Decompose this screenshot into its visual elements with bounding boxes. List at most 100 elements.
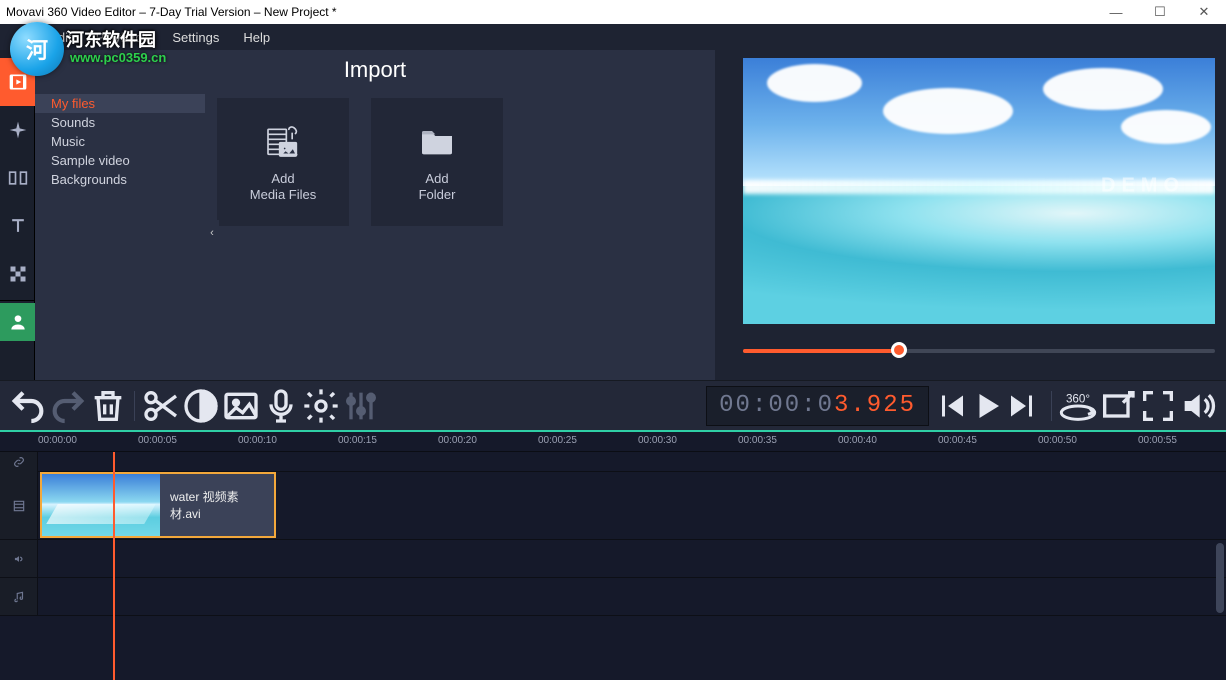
ruler-tick: 00:00:10 — [238, 435, 277, 446]
ruler-tick: 00:00:00 — [38, 435, 77, 446]
svg-text:360°: 360° — [1066, 392, 1090, 405]
playhead[interactable] — [113, 452, 115, 680]
sparkle-icon — [8, 120, 28, 140]
play-icon — [969, 388, 1005, 424]
panel-title: Import — [35, 50, 715, 90]
adjust-button[interactable] — [341, 386, 381, 426]
redo-button[interactable] — [48, 386, 88, 426]
film-icon — [12, 499, 26, 513]
video-track-body[interactable]: water 视频素材.avi — [38, 472, 1226, 539]
detach-preview-button[interactable] — [1098, 386, 1138, 426]
source-sounds[interactable]: Sounds — [35, 113, 205, 132]
split-button[interactable] — [141, 386, 181, 426]
rail-import-button[interactable] — [0, 58, 35, 106]
audio-track[interactable] — [0, 540, 1226, 578]
sliders-icon — [341, 386, 381, 426]
rail-callouts-button[interactable] — [0, 303, 35, 341]
preview-image: DEMO — [743, 58, 1215, 324]
rail-stickers-button[interactable] — [0, 250, 35, 298]
menu-settings[interactable]: Settings — [160, 24, 231, 50]
maximize-button[interactable]: ☐ — [1138, 0, 1182, 24]
ruler-tick: 00:00:25 — [538, 435, 577, 446]
source-backgrounds[interactable]: Backgrounds — [35, 170, 205, 189]
ruler-tick: 00:00:55 — [1138, 435, 1177, 446]
fullscreen-button[interactable] — [1138, 386, 1178, 426]
menu-bar: e Edit Playback Settings Help — [0, 24, 1226, 50]
window-controls: — ☐ ✕ — [1094, 0, 1226, 24]
source-my-files[interactable]: My files — [35, 94, 205, 113]
rail-filters-button[interactable] — [0, 106, 35, 154]
rail-titles-button[interactable] — [0, 202, 35, 250]
source-list: My files Sounds Music Sample video Backg… — [35, 90, 205, 380]
ruler-tick: 00:00:40 — [838, 435, 877, 446]
play-button[interactable] — [969, 386, 1005, 426]
timeline-tracks: water 视频素材.avi — [0, 452, 1226, 680]
timeline-ruler[interactable]: 00:00:00 00:00:05 00:00:10 00:00:15 00:00:20… — [0, 430, 1226, 452]
menu-edit[interactable]: Edit — [37, 24, 83, 50]
music-track[interactable] — [0, 578, 1226, 616]
menu-file[interactable]: e — [6, 24, 37, 50]
source-music[interactable]: Music — [35, 132, 205, 151]
media-files-icon — [263, 121, 303, 161]
crop-button[interactable] — [221, 386, 261, 426]
ruler-tick: 00:00:30 — [638, 435, 677, 446]
music-track-head[interactable] — [0, 578, 38, 615]
rail-transitions-button[interactable] — [0, 154, 35, 202]
undo-button[interactable] — [8, 386, 48, 426]
contrast-icon — [181, 386, 221, 426]
speaker-small-icon — [12, 552, 26, 566]
ruler-tick: 00:00:20 — [438, 435, 477, 446]
minimize-button[interactable]: — — [1094, 0, 1138, 24]
person-icon — [8, 312, 28, 332]
preview-viewport[interactable]: DEMO — [743, 58, 1215, 324]
microphone-icon — [261, 386, 301, 426]
ruler-tick: 00:00:05 — [138, 435, 177, 446]
clip-name: water 视频素材.avi — [160, 474, 274, 536]
video-clip[interactable]: water 视频素材.avi — [40, 472, 276, 538]
video-track-head[interactable] — [0, 472, 38, 539]
properties-button[interactable] — [301, 386, 341, 426]
clip-thumbnail — [42, 474, 160, 536]
source-sample-video[interactable]: Sample video — [35, 151, 205, 170]
preview-seek-bar[interactable] — [743, 344, 1215, 358]
chevron-left-icon: ‹ — [210, 227, 214, 239]
seek-thumb[interactable] — [891, 342, 907, 358]
volume-button[interactable] — [1178, 386, 1218, 426]
main-area: Import My files Sounds Music Sample vide… — [0, 50, 1226, 380]
trash-icon — [88, 386, 128, 426]
checker-icon — [8, 264, 28, 284]
color-button[interactable] — [181, 386, 221, 426]
image-icon — [221, 386, 261, 426]
close-button[interactable]: ✕ — [1182, 0, 1226, 24]
delete-button[interactable] — [88, 386, 128, 426]
timeline-scrollbar[interactable] — [1216, 543, 1224, 613]
collapse-sources-button[interactable]: ‹ — [205, 220, 219, 246]
title-bar: Movavi 360 Video Editor – 7-Day Trial Ve… — [0, 0, 1226, 24]
menu-playback[interactable]: Playback — [84, 24, 161, 50]
text-icon — [8, 216, 28, 236]
vr-360-button[interactable]: 360° — [1058, 386, 1098, 426]
ruler-tick: 00:00:35 — [738, 435, 777, 446]
timecode-orange: 3.925 — [834, 392, 916, 419]
preview-pane: DEMO — [715, 50, 1226, 380]
add-media-label: AddMedia Files — [250, 171, 316, 204]
mic-button[interactable] — [261, 386, 301, 426]
ruler-tick: 00:00:15 — [338, 435, 377, 446]
add-media-files-tile[interactable]: AddMedia Files — [217, 98, 349, 226]
audio-track-head[interactable] — [0, 540, 38, 577]
timecode-display: 00:00:03.925 — [706, 386, 929, 426]
popout-icon — [1098, 386, 1138, 426]
next-frame-button[interactable] — [1005, 386, 1041, 426]
link-track-head[interactable] — [0, 452, 38, 472]
add-folder-tile[interactable]: AddFolder — [371, 98, 503, 226]
transport-controls — [933, 386, 1041, 426]
menu-help[interactable]: Help — [231, 24, 282, 50]
redo-icon — [48, 386, 88, 426]
prev-frame-button[interactable] — [933, 386, 969, 426]
music-note-icon — [12, 590, 26, 604]
fullscreen-icon — [1138, 386, 1178, 426]
window-title: Movavi 360 Video Editor – 7-Day Trial Ve… — [6, 5, 337, 19]
ruler-tick: 00:00:50 — [1038, 435, 1077, 446]
video-track[interactable]: water 视频素材.avi — [0, 472, 1226, 540]
toolbar: 00:00:03.925 360° — [0, 380, 1226, 430]
